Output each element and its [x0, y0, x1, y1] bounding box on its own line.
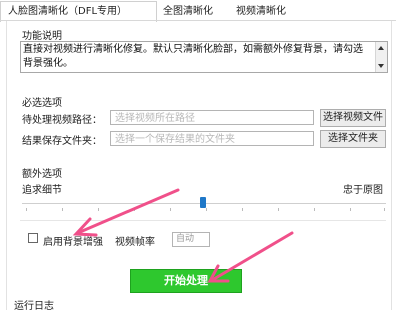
options-divider: [20, 220, 386, 221]
slider-tick: [242, 208, 243, 211]
fidelity-label: 忠于原图: [343, 185, 383, 196]
start-button[interactable]: 开始处理: [130, 269, 242, 293]
slider-tick: [314, 208, 315, 211]
slider-tick: [26, 208, 27, 211]
tab-video-enhance[interactable]: 视频清晰化: [236, 4, 286, 20]
slider-tick: [170, 208, 171, 211]
select-video-button[interactable]: 选择视频文件: [320, 109, 386, 127]
required-options-heading: 必选选项: [22, 98, 62, 109]
fps-label: 视频帧率: [115, 237, 155, 248]
bg-enhance-label[interactable]: 启用背景增强: [43, 233, 103, 248]
slider-tick: [206, 208, 207, 211]
description-scrollbar[interactable]: [375, 42, 387, 72]
slider-tick: [384, 208, 385, 211]
scroll-down-icon[interactable]: [378, 64, 384, 68]
description-box[interactable]: 直接对视频进行清晰化修复。默认只清晰化脸部，如需额外修复背景，请勾选背景强化。: [20, 41, 388, 73]
tab-face-enhance[interactable]: 人脸图清晰化（DFL专用）: [8, 4, 127, 20]
tab-full-image-enhance[interactable]: 全图清晰化: [163, 4, 213, 20]
slider-tick: [278, 208, 279, 211]
description-text: 直接对视频进行清晰化修复。默认只清晰化脸部，如需额外修复背景，请勾选背景强化。: [23, 44, 363, 69]
slider-thumb[interactable]: [200, 197, 206, 208]
detail-label: 追求细节: [22, 185, 62, 196]
slider-tick: [350, 208, 351, 211]
scroll-up-icon[interactable]: [378, 46, 384, 50]
slider-tick: [62, 208, 63, 211]
video-path-input[interactable]: 选择视频所在路径: [110, 110, 314, 125]
description-heading: 功能说明: [22, 31, 62, 42]
bg-enhance-checkbox[interactable]: [28, 233, 38, 243]
output-folder-label: 结果保存文件夹：: [22, 136, 102, 147]
fps-input[interactable]: 自动: [172, 232, 210, 247]
slider-tick: [98, 208, 99, 211]
extra-options-heading: 额外选项: [22, 169, 62, 180]
output-folder-input[interactable]: 选择一个保存结果的文件夹: [110, 131, 314, 146]
video-path-label: 待处理视频路径：: [22, 115, 102, 126]
slider-tick: [134, 208, 135, 211]
select-folder-button[interactable]: 选择文件夹: [320, 130, 386, 148]
